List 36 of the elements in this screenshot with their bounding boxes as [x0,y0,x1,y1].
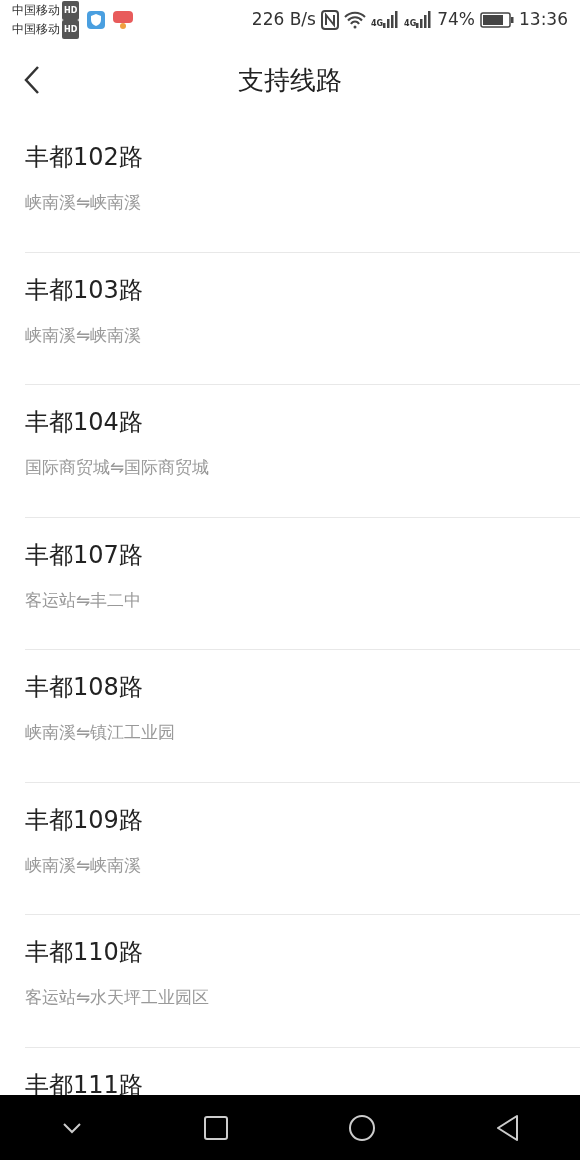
route-stops: 峡南溪⇋峡南溪 [25,853,143,877]
hd-badge: HD [62,1,80,20]
route-stops: 国际商贸城⇋国际商贸城 [25,456,211,479]
route-name[interactable]: 丰都104路 [25,405,580,439]
notification-app-icon [113,10,134,30]
battery-percent: 74% [437,8,475,32]
route-stops: 峡南溪⇋镇江工业园 [25,721,177,744]
network-speed: 226 B/s [251,8,316,32]
network-type: 4G [404,18,417,30]
hd-badge: HD [62,20,80,39]
route-name[interactable]: 丰都107路 [25,537,580,572]
route-name[interactable]: 丰都110路 [25,935,580,969]
chevron-left-icon [22,64,42,96]
route-name[interactable]: 丰都108路 [25,670,580,704]
carrier-name: 中国移动 [12,21,60,38]
network-type: 4G [370,18,384,30]
route-stops: 峡南溪⇋峡南溪 [25,323,143,347]
wifi-icon [343,11,366,29]
page-title: 支持线路 [238,63,342,97]
battery-icon [480,12,514,28]
signal-icon [416,10,433,28]
route-name[interactable]: 丰都109路 [25,802,580,837]
route-stops: 客运站⇋丰二中 [25,588,143,612]
route-name[interactable]: 丰都102路 [25,140,580,174]
route-stops: 峡南溪⇋峡南溪 [25,191,143,214]
nfc-icon [320,10,339,30]
square-icon [202,1114,229,1141]
clock: 13:36 [519,8,568,32]
circle-icon [347,1113,376,1142]
route-stops: 客运站⇋水天坪工业园区 [25,986,211,1009]
carrier-name: 中国移动 [12,2,60,19]
triangle-icon [494,1113,521,1142]
route-name[interactable]: 丰都103路 [25,272,580,307]
shield-app-icon [87,11,106,29]
route-name[interactable]: 丰都111路 [25,1067,580,1095]
signal-icon [383,10,400,28]
